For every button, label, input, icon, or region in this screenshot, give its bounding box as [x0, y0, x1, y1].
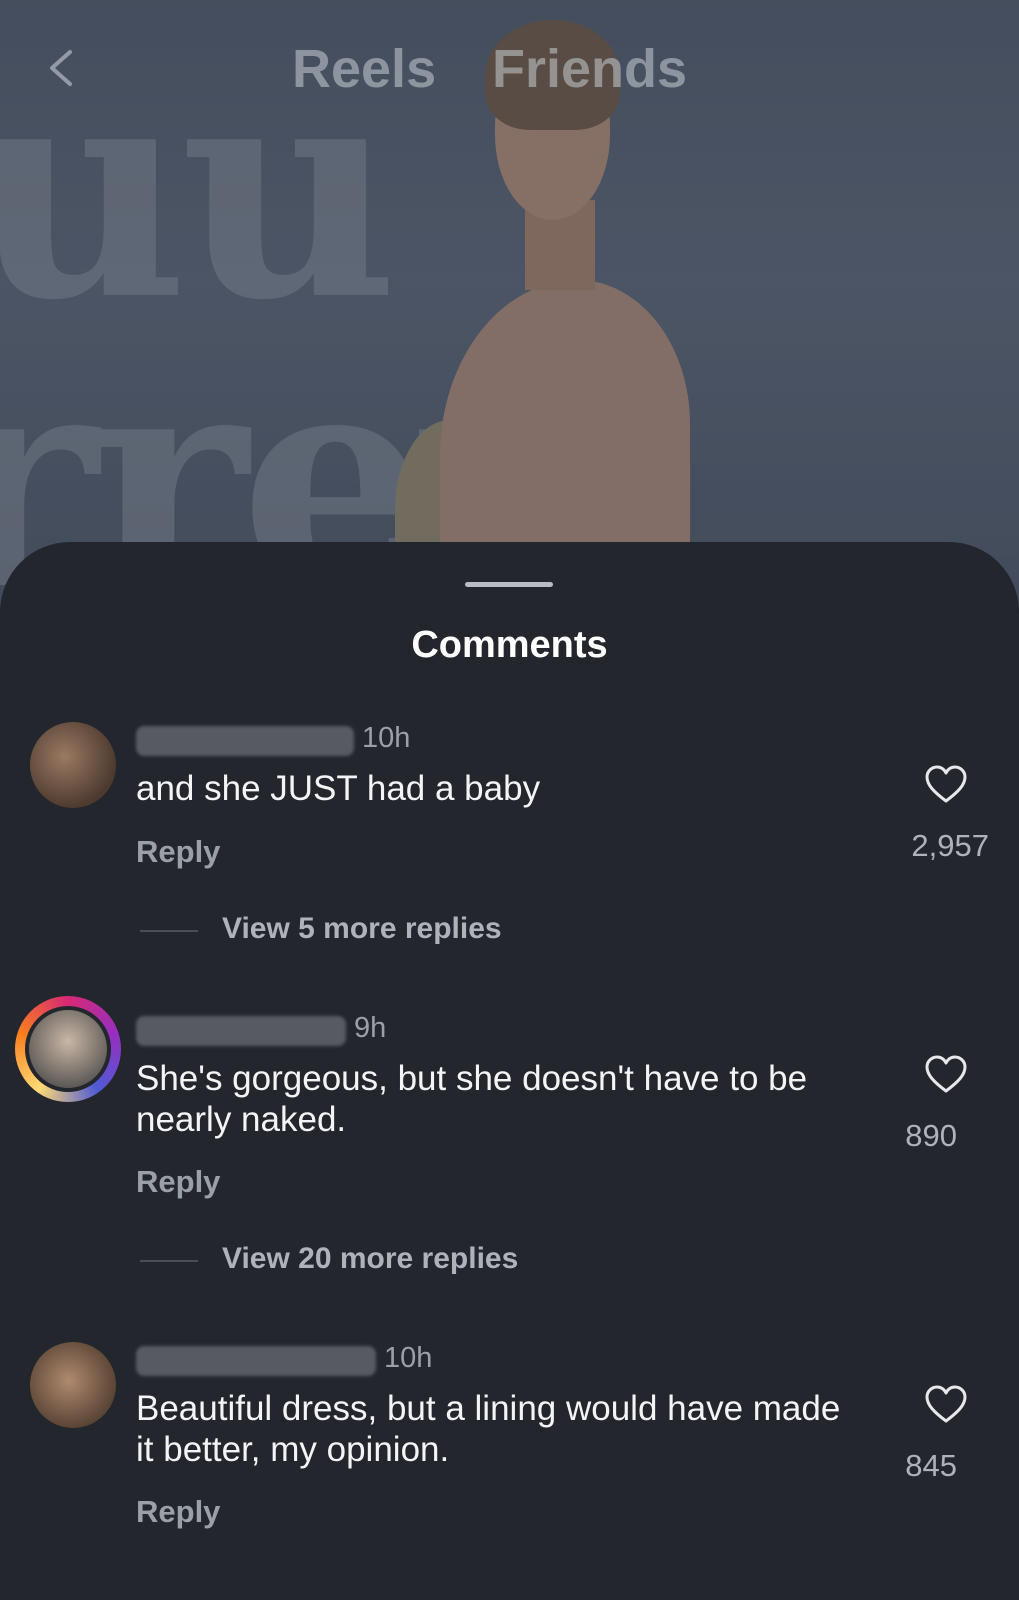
chevron-left-icon[interactable] — [46, 48, 76, 88]
replies-divider — [140, 1260, 198, 1262]
like-count: 890 — [905, 1118, 957, 1153]
view-replies-button[interactable]: View 5 more replies — [222, 912, 502, 946]
sheet-title: Comments — [411, 624, 608, 666]
top-bar: Reels Friends — [0, 30, 1019, 110]
tab-reels[interactable]: Reels — [292, 38, 436, 100]
sheet-drag-handle[interactable] — [465, 582, 553, 587]
comment-username[interactable] — [136, 726, 354, 756]
comment-text: Beautiful dress, but a lining would have… — [136, 1389, 841, 1469]
like-count: 845 — [905, 1448, 957, 1483]
replies-divider — [140, 930, 198, 932]
heart-icon[interactable] — [924, 764, 968, 804]
comment-time: 10h — [384, 1342, 433, 1374]
heart-icon[interactable] — [924, 1384, 968, 1424]
comment-time: 10h — [362, 722, 411, 754]
reply-button[interactable]: Reply — [136, 1164, 220, 1200]
avatar[interactable] — [30, 1342, 116, 1428]
comment-time: 9h — [354, 1012, 387, 1044]
reply-button[interactable]: Reply — [136, 834, 220, 870]
tab-friends[interactable]: Friends — [492, 38, 687, 100]
avatar[interactable] — [25, 1006, 111, 1092]
comment-text: and she JUST had a baby — [136, 769, 541, 808]
avatar[interactable] — [30, 722, 116, 808]
reply-button[interactable]: Reply — [136, 1494, 220, 1530]
reel-video[interactable]: uu rrey Reels Friends — [0, 0, 1019, 620]
comment-text: She's gorgeous, but she doesn't have to … — [136, 1059, 808, 1139]
comment-username[interactable] — [136, 1016, 346, 1046]
heart-icon[interactable] — [924, 1054, 968, 1094]
view-replies-button[interactable]: View 20 more replies — [222, 1242, 518, 1276]
comments-sheet: Comments 10h and she JUST had a baby Rep… — [0, 542, 1019, 1600]
comment-username[interactable] — [136, 1346, 376, 1376]
like-count: 2,957 — [911, 828, 989, 863]
